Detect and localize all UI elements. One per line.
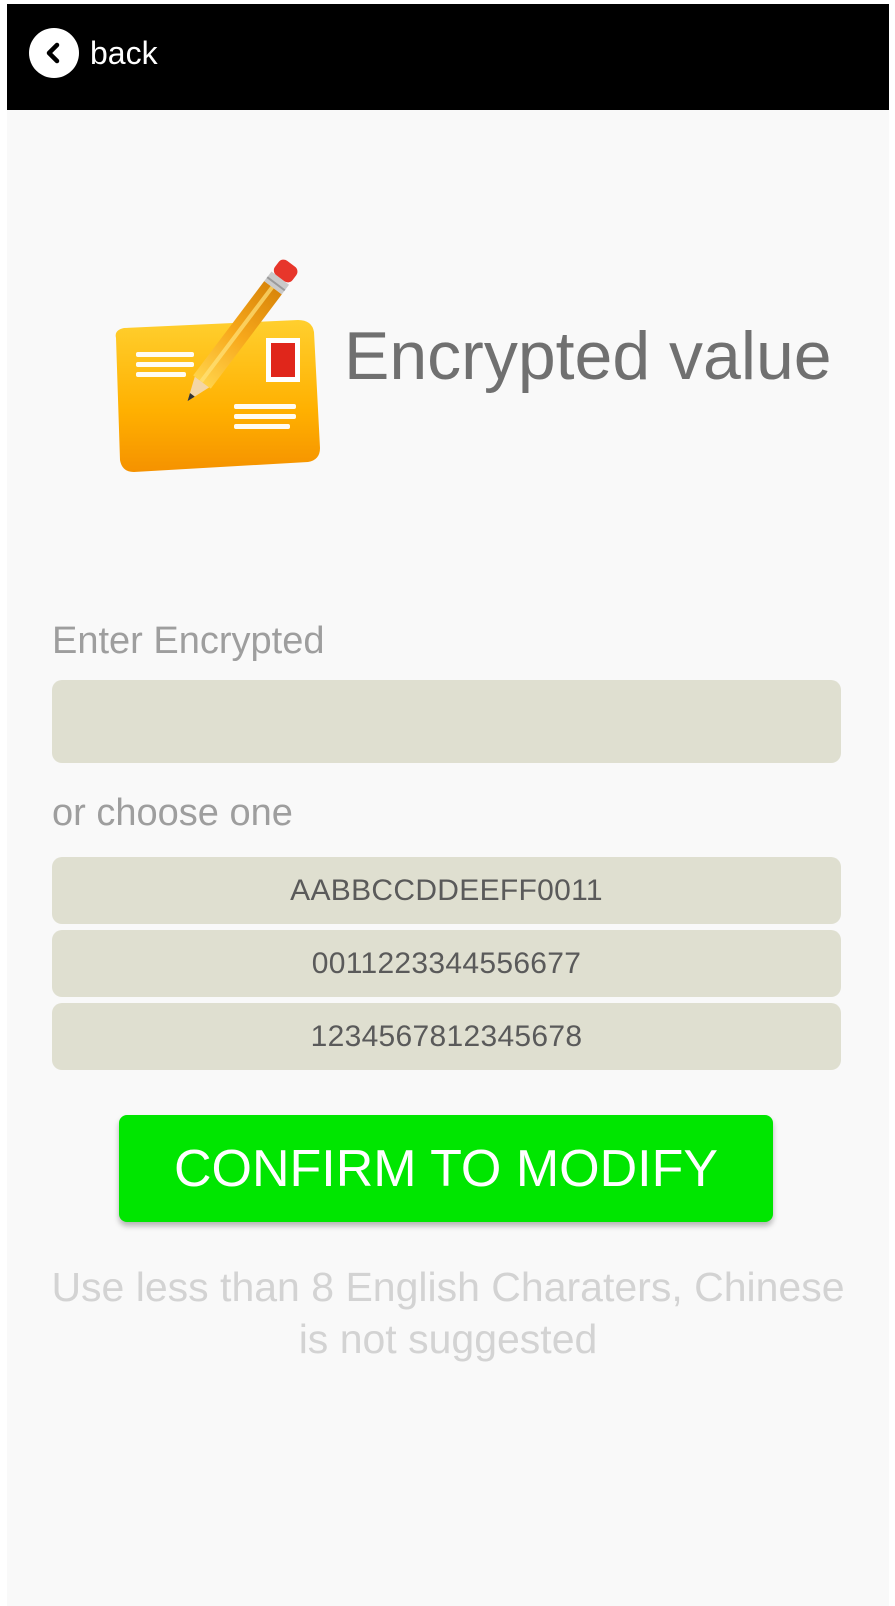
chevron-left-icon[interactable] (29, 28, 79, 78)
back-label[interactable]: back (90, 35, 158, 72)
enter-encrypted-label: Enter Encrypted (52, 620, 325, 662)
option-item[interactable]: 0011223344556677 (52, 930, 841, 997)
page-title: Encrypted value (344, 318, 832, 394)
top-bar: back (7, 4, 889, 110)
screen: back Encrypted value Enter Encrypted or … (7, 4, 889, 1606)
hint-line-2: is not suggested (298, 1316, 598, 1362)
hint-text: Use less than 8 English Charaters, Chine… (7, 1261, 889, 1365)
back-button[interactable]: back (29, 28, 158, 78)
envelope-pencil-icon (102, 252, 332, 484)
confirm-button[interactable]: CONFIRM TO MODIFY (119, 1115, 773, 1222)
encrypted-input[interactable] (52, 680, 841, 763)
option-item[interactable]: AABBCCDDEEFF0011 (52, 857, 841, 924)
option-item[interactable]: 1234567812345678 (52, 1003, 841, 1070)
choose-one-label: or choose one (52, 792, 293, 834)
hint-line-1: Use less than 8 English Charaters, Chine… (51, 1264, 845, 1310)
